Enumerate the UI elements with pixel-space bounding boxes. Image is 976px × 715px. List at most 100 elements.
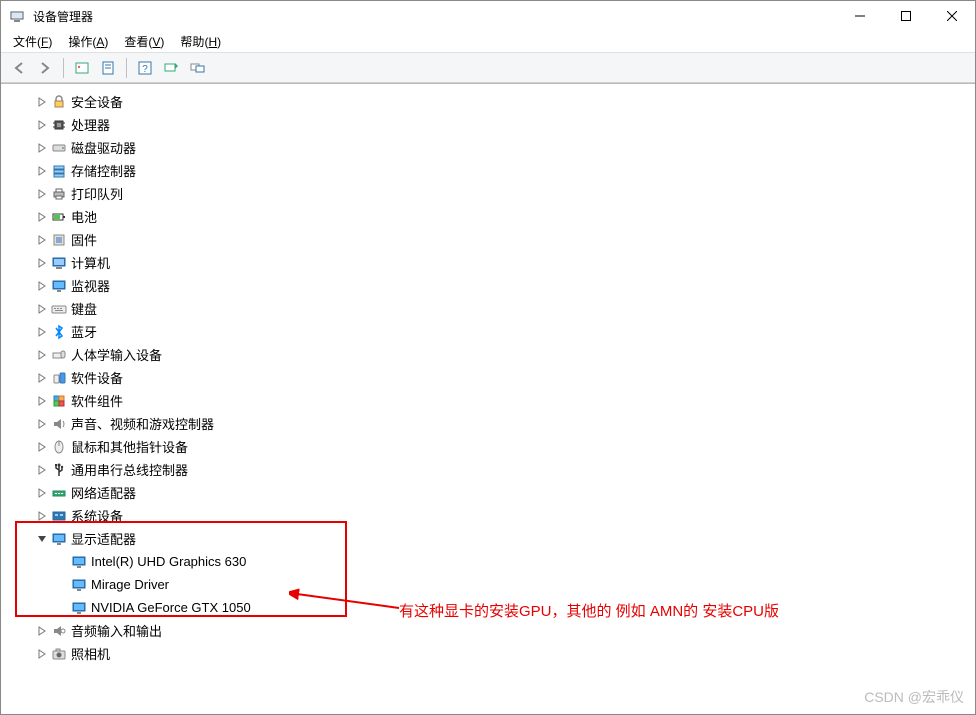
tree-node[interactable]: 计算机: [1, 251, 975, 274]
expand-closed-icon[interactable]: [35, 647, 49, 661]
menu-view[interactable]: 查看(V): [116, 31, 172, 52]
toolbar: ?: [1, 53, 975, 83]
expand-none: [55, 578, 69, 592]
forward-button[interactable]: [33, 56, 57, 80]
tree-node-label: NVIDIA GeForce GTX 1050: [91, 600, 251, 615]
tree-node[interactable]: 通用串行总线控制器: [1, 458, 975, 481]
expand-closed-icon[interactable]: [35, 417, 49, 431]
devices-button[interactable]: [185, 56, 209, 80]
tree-node[interactable]: 显示适配器: [1, 527, 975, 550]
help-button[interactable]: ?: [133, 56, 157, 80]
tree-node[interactable]: 照相机: [1, 642, 975, 665]
tree-node[interactable]: 系统设备: [1, 504, 975, 527]
expand-closed-icon[interactable]: [35, 210, 49, 224]
tree-node-label: 磁盘驱动器: [71, 138, 136, 157]
tree-node[interactable]: 网络适配器: [1, 481, 975, 504]
close-button[interactable]: [929, 1, 975, 31]
tree-node[interactable]: 鼠标和其他指针设备: [1, 435, 975, 458]
tree-node[interactable]: 声音、视频和游戏控制器: [1, 412, 975, 435]
tree-node[interactable]: 安全设备: [1, 90, 975, 113]
tree-node[interactable]: 键盘: [1, 297, 975, 320]
expand-closed-icon[interactable]: [35, 509, 49, 523]
expand-closed-icon[interactable]: [35, 302, 49, 316]
tree-node[interactable]: 固件: [1, 228, 975, 251]
expand-closed-icon[interactable]: [35, 141, 49, 155]
expand-open-icon[interactable]: [35, 532, 49, 546]
tree-node[interactable]: 音频输入和输出: [1, 619, 975, 642]
tree-node-label: 照相机: [71, 644, 110, 663]
minimize-button[interactable]: [837, 1, 883, 31]
tree-node[interactable]: 软件组件: [1, 389, 975, 412]
expand-closed-icon[interactable]: [35, 463, 49, 477]
tree-node[interactable]: Mirage Driver: [1, 573, 975, 596]
keyboard-icon: [51, 301, 67, 317]
expand-closed-icon[interactable]: [35, 164, 49, 178]
menu-help[interactable]: 帮助(H): [172, 31, 229, 52]
tree-node[interactable]: Intel(R) UHD Graphics 630: [1, 550, 975, 573]
tree-node-label: 蓝牙: [71, 322, 97, 341]
tree-node-label: 网络适配器: [71, 483, 136, 502]
expand-closed-icon[interactable]: [35, 325, 49, 339]
battery-icon: [51, 209, 67, 225]
tree-node-label: Mirage Driver: [91, 577, 169, 592]
tree-node[interactable]: 磁盘驱动器: [1, 136, 975, 159]
expand-closed-icon[interactable]: [35, 187, 49, 201]
tree-node[interactable]: 电池: [1, 205, 975, 228]
expand-none: [55, 555, 69, 569]
expand-none: [55, 601, 69, 615]
svg-text:?: ?: [142, 64, 148, 75]
security-icon: [51, 94, 67, 110]
tree-node-label: 声音、视频和游戏控制器: [71, 414, 214, 433]
tree-node-label: 系统设备: [71, 506, 123, 525]
tree-node[interactable]: 打印队列: [1, 182, 975, 205]
menu-file[interactable]: 文件(F): [5, 31, 60, 52]
maximize-button[interactable]: [883, 1, 929, 31]
tree-node[interactable]: 人体学输入设备: [1, 343, 975, 366]
tree-node-label: 软件设备: [71, 368, 123, 387]
expand-closed-icon[interactable]: [35, 118, 49, 132]
tree-node-label: 键盘: [71, 299, 97, 318]
expand-closed-icon[interactable]: [35, 371, 49, 385]
separator: [126, 58, 127, 78]
firmware-icon: [51, 232, 67, 248]
expand-closed-icon[interactable]: [35, 279, 49, 293]
properties-button[interactable]: [96, 56, 120, 80]
tree-node-label: 通用串行总线控制器: [71, 460, 188, 479]
expand-closed-icon[interactable]: [35, 440, 49, 454]
tree-node[interactable]: 蓝牙: [1, 320, 975, 343]
display-icon: [71, 577, 87, 593]
tree-node[interactable]: 存储控制器: [1, 159, 975, 182]
tree-node-label: 软件组件: [71, 391, 123, 410]
expand-closed-icon[interactable]: [35, 486, 49, 500]
system-icon: [51, 508, 67, 524]
separator: [63, 58, 64, 78]
app-icon: [9, 8, 25, 24]
menu-action[interactable]: 操作(A): [60, 31, 116, 52]
expand-closed-icon[interactable]: [35, 256, 49, 270]
expand-closed-icon[interactable]: [35, 624, 49, 638]
tree-node-label: 电池: [71, 207, 97, 226]
device-manager-window: 设备管理器 文件(F) 操作(A) 查看(V) 帮助(H) ? 安全设备处理器磁…: [0, 0, 976, 715]
scan-button[interactable]: [159, 56, 183, 80]
tree-node-label: 打印队列: [71, 184, 123, 203]
show-hidden-button[interactable]: [70, 56, 94, 80]
monitor-icon: [51, 278, 67, 294]
expand-closed-icon[interactable]: [35, 394, 49, 408]
tree-node[interactable]: 软件设备: [1, 366, 975, 389]
tree-node-label: Intel(R) UHD Graphics 630: [91, 554, 246, 569]
expand-closed-icon[interactable]: [35, 348, 49, 362]
tree-node-label: 固件: [71, 230, 97, 249]
mouse-icon: [51, 439, 67, 455]
tree-node-label: 显示适配器: [71, 529, 136, 548]
tree-node[interactable]: 处理器: [1, 113, 975, 136]
disk-icon: [51, 140, 67, 156]
expand-closed-icon[interactable]: [35, 233, 49, 247]
menubar: 文件(F) 操作(A) 查看(V) 帮助(H): [1, 31, 975, 53]
back-button[interactable]: [7, 56, 31, 80]
tree-node[interactable]: 监视器: [1, 274, 975, 297]
tree-node-label: 鼠标和其他指针设备: [71, 437, 188, 456]
display-icon: [71, 554, 87, 570]
hid-icon: [51, 347, 67, 363]
expand-closed-icon[interactable]: [35, 95, 49, 109]
titlebar: 设备管理器: [1, 1, 975, 31]
